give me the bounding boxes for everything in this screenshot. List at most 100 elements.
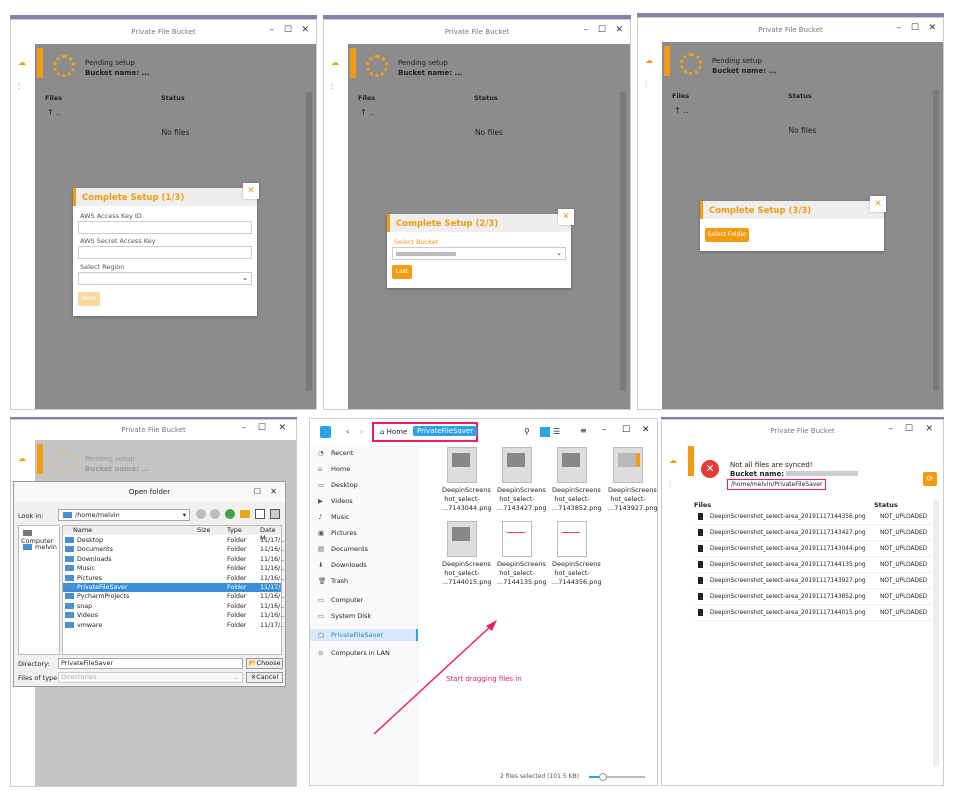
col-size[interactable]: Size [197, 526, 210, 534]
look-in-combo[interactable]: /home/melvin ▾ [58, 509, 190, 521]
maximize-icon[interactable]: ☐ [598, 25, 606, 35]
folder-row[interactable]: Pictures Folder 11/16/.. [63, 574, 284, 583]
parent-dir-row[interactable]: ↑ .. [674, 106, 688, 115]
nav-item[interactable]: ▭ Desktop [318, 481, 358, 489]
close-modal-icon[interactable]: ✕ [243, 183, 259, 199]
folder-row[interactable]: PrivateFileSaver Folder 11/17/.. [63, 583, 284, 593]
folder-row[interactable]: vmware Folder 11/17/.. [63, 621, 284, 630]
secret-key-field[interactable] [78, 246, 252, 259]
nav-item[interactable]: ⬇ Downloads [318, 561, 367, 569]
folder-row[interactable]: Videos Folder 11/16/.. [63, 611, 284, 620]
file-thumbnail[interactable]: DeepinScreens hot_select- ...7143427.png [497, 447, 547, 513]
close-icon[interactable]: ✕ [642, 425, 650, 435]
nav-item[interactable]: 🗑 Trash [318, 577, 348, 585]
file-thumbnail[interactable]: DeepinScreens hot_select- ...7143927.png [608, 447, 658, 513]
list-view-icon[interactable]: ☰ [553, 427, 560, 436]
minimize-icon[interactable]: – [897, 23, 902, 33]
filetype-select[interactable]: Directories ⌄ [58, 672, 243, 683]
table-row[interactable]: DeepinScreenshot_select-area_20191117144… [694, 605, 935, 621]
settings-sliders-icon[interactable]: ⫶ [645, 80, 647, 90]
close-icon[interactable]: ✕ [928, 23, 936, 33]
table-row[interactable]: DeepinScreenshot_select-area_20191117144… [694, 509, 935, 525]
file-thumbnail[interactable]: DeepinScreens hot_select- ...7144135.png [497, 521, 547, 587]
settings-sliders-icon[interactable]: ⫶ [669, 480, 671, 490]
up-dir-icon[interactable] [225, 509, 235, 519]
nav-item[interactable]: ▭ System Disk [318, 612, 371, 620]
parent-dir-row[interactable]: ↑ .. [360, 108, 374, 117]
back-button[interactable]: ‹ [346, 427, 349, 436]
maximize-icon[interactable]: ☐ [911, 23, 919, 33]
nav-item[interactable]: ⌂ Home [318, 465, 350, 473]
bucket-select[interactable]: ⌄ [392, 247, 566, 260]
folder-row[interactable]: Downloads Folder 11/16/.. [63, 555, 284, 564]
nav-item[interactable]: ▢ PrivateFileSaver [310, 629, 418, 641]
minimize-icon[interactable]: – [889, 424, 894, 434]
file-thumbnail[interactable]: DeepinScreens hot_select- ...7144015.png [442, 521, 492, 587]
maximize-icon[interactable]: ☐ [258, 423, 266, 433]
nav-item[interactable]: ▣ Pictures [318, 529, 357, 537]
close-icon[interactable]: ✕ [270, 487, 277, 496]
place-melvin[interactable]: melvin [21, 543, 57, 551]
nav-item[interactable]: ◔ Recent [318, 449, 353, 457]
menu-icon[interactable]: ≡ [580, 426, 587, 435]
zoom-slider-handle[interactable] [599, 773, 607, 781]
settings-sliders-icon[interactable]: ⫶ [18, 82, 20, 92]
close-modal-icon[interactable]: ✕ [870, 196, 886, 212]
close-icon[interactable]: ✕ [615, 25, 623, 35]
cloud-icon[interactable]: ☁ [331, 58, 339, 67]
file-thumbnail[interactable]: DeepinScreens hot_select- ...7143044.png [442, 447, 492, 513]
new-folder-icon[interactable] [240, 510, 250, 518]
maximize-icon[interactable]: ☐ [622, 425, 630, 435]
icon-view-icon[interactable] [540, 427, 550, 437]
close-icon[interactable]: ✕ [278, 423, 286, 433]
next-button[interactable]: Next [78, 292, 100, 306]
settings-sliders-icon[interactable]: ⫶ [331, 82, 333, 92]
minimize-icon[interactable]: – [270, 25, 275, 35]
folder-row[interactable]: snap Folder 11/16/.. [63, 602, 284, 611]
forward-button[interactable]: › [360, 427, 363, 436]
cloud-icon[interactable]: ☁ [18, 58, 26, 67]
choose-button[interactable]: 📂Choose [246, 658, 283, 669]
detail-view-icon[interactable] [270, 509, 280, 519]
breadcrumb-home[interactable]: ⌂ Home [380, 428, 407, 436]
select-folder-button[interactable]: Select Folder [705, 228, 749, 242]
grid-view-icon[interactable] [255, 509, 265, 519]
cloud-icon[interactable]: ☁ [669, 456, 677, 465]
nav-item[interactable]: ⊙ Computers in LAN [318, 649, 390, 657]
scrollbar[interactable] [933, 90, 939, 391]
table-row[interactable]: DeepinScreenshot_select-area_20191117144… [694, 557, 935, 573]
col-name[interactable]: Name [73, 526, 92, 534]
cloud-icon[interactable]: ☁ [645, 56, 653, 65]
folder-row[interactable]: Documents Folder 11/16/.. [63, 545, 284, 554]
close-icon[interactable]: ✕ [925, 424, 933, 434]
breadcrumb-current[interactable]: PrivateFileSaver [413, 426, 478, 436]
scrollbar[interactable] [306, 92, 312, 391]
table-row[interactable]: DeepinScreenshot_select-area_20191117143… [694, 589, 935, 605]
nav-item[interactable]: ▶ Videos [318, 497, 353, 505]
table-row[interactable]: DeepinScreenshot_select-area_20191117143… [694, 541, 935, 557]
maximize-icon[interactable]: ☐ [284, 25, 292, 35]
zoom-slider[interactable] [589, 773, 645, 781]
back-icon[interactable] [196, 509, 206, 519]
folder-row[interactable]: Music Folder 11/16/.. [63, 564, 284, 573]
access-key-field[interactable] [78, 221, 252, 234]
forward-icon[interactable] [210, 509, 220, 519]
table-row[interactable]: DeepinScreenshot_select-area_20191117143… [694, 525, 935, 541]
folder-row[interactable]: PycharmProjects Folder 11/16/.. [63, 592, 284, 601]
scrollbar[interactable] [620, 92, 626, 391]
maximize-icon[interactable]: ☐ [905, 424, 913, 434]
close-modal-icon[interactable]: ✕ [558, 209, 574, 225]
scrollbar[interactable] [933, 500, 939, 767]
nav-item[interactable]: ♪ Music [318, 513, 350, 521]
minimize-icon[interactable]: – [242, 423, 247, 433]
file-thumbnail[interactable]: DeepinScreens hot_select- ...7144356.png [552, 521, 602, 587]
sync-button[interactable]: ⟳ [923, 472, 937, 486]
folder-row[interactable]: Desktop Folder 11/17/.. [63, 536, 284, 545]
directory-input[interactable]: PrivateFileSaver [58, 658, 243, 669]
parent-dir-row[interactable]: ↑ .. [47, 108, 61, 117]
last-button[interactable]: Last [392, 265, 412, 279]
cancel-button[interactable]: ✕Cancel [246, 672, 283, 683]
nav-item[interactable]: ▭ Computer [318, 596, 363, 604]
cloud-icon[interactable]: ☁ [18, 454, 26, 463]
minimize-icon[interactable]: – [602, 425, 607, 435]
